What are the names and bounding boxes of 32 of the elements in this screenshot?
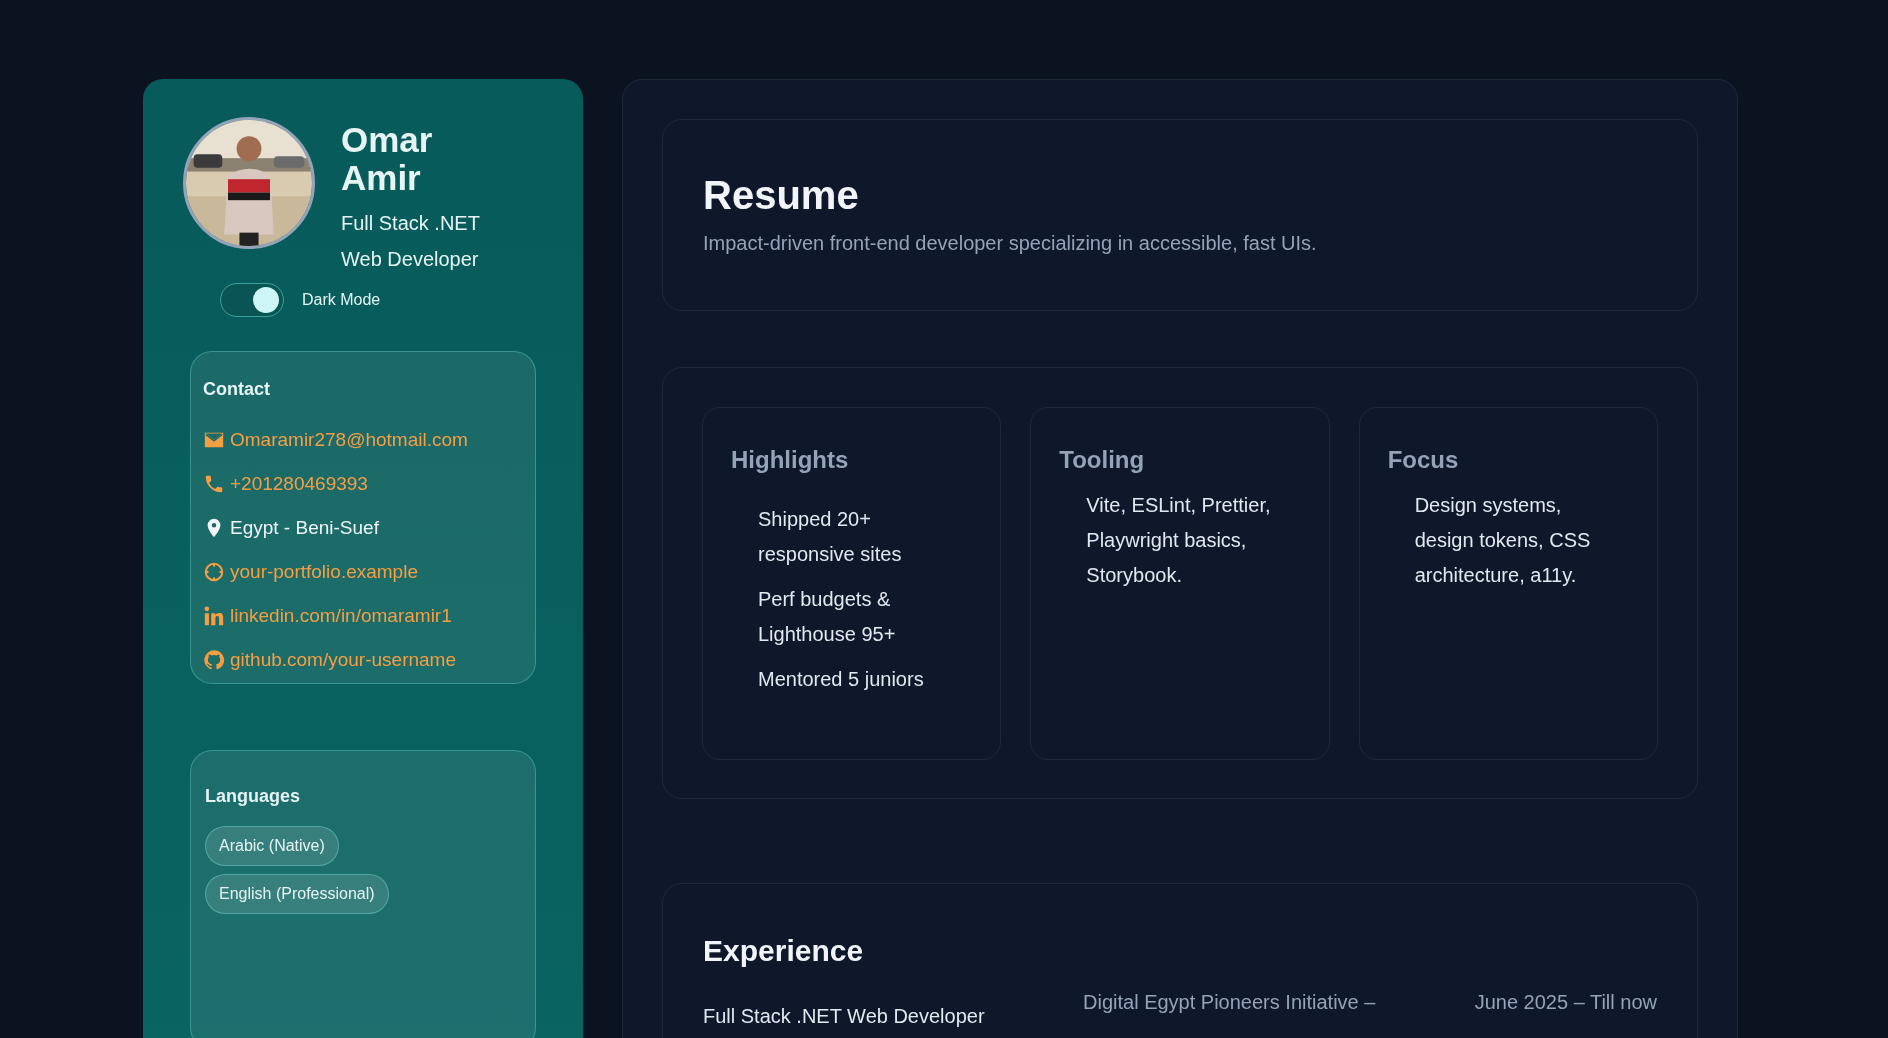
job-dates: June 2025 – Till now [1474,990,1657,1015]
job-role: Full Stack .NET Web Developer [703,1004,986,1029]
contact-link[interactable]: your-portfolio.example [230,559,418,585]
section-heading: Contact [203,378,271,401]
language-tag: Arabic (Native) [205,826,339,866]
phone-icon [203,473,225,495]
globe-icon [203,561,225,583]
resume-title: Resume [703,172,860,218]
contact-link[interactable]: Omaramir278@hotmail.com [230,427,468,453]
card-title: Highlights [731,445,850,475]
contact-link[interactable]: linkedin.com/in/omaramir1 [230,603,452,629]
linkedin-icon [203,605,225,627]
github-icon [203,649,225,671]
toggle-label: Dark Mode [302,290,381,310]
list-item: Perf budgets & Lighthouse 95+ [758,587,897,647]
list-item: Mentored 5 juniors [758,667,925,692]
contact-text: Egypt - Beni-Suef [230,516,379,540]
card-title: Focus [1387,445,1460,475]
job-title: Full Stack .NET Web Developer [341,211,481,272]
contact-link[interactable]: github.com/your-username [230,647,456,673]
organization-name: Digital Egypt Pioneers Initiative – [1083,990,1377,1015]
section-heading: Languages [205,785,302,808]
card-title: Tooling [1059,445,1146,475]
section-heading: Experience [703,933,865,969]
card-text: Design systems, design tokens, CSS architecture, a11y. [1413,493,1592,588]
card-text: Vite, ESLint, Prettier, Playwright basics, Storybook. [1085,493,1272,588]
profile-name: Omar Amir [341,121,434,197]
contact-link[interactable]: +201280469393 [230,471,368,497]
dark-mode-toggle[interactable] [220,283,284,317]
resume-subtitle: Impact-driven front-end developer specializing in accessible, fast UIs. [703,231,1318,256]
language-tag: English (Professional) [205,874,389,914]
list-item: Shipped 20+ responsive sites [758,507,903,567]
